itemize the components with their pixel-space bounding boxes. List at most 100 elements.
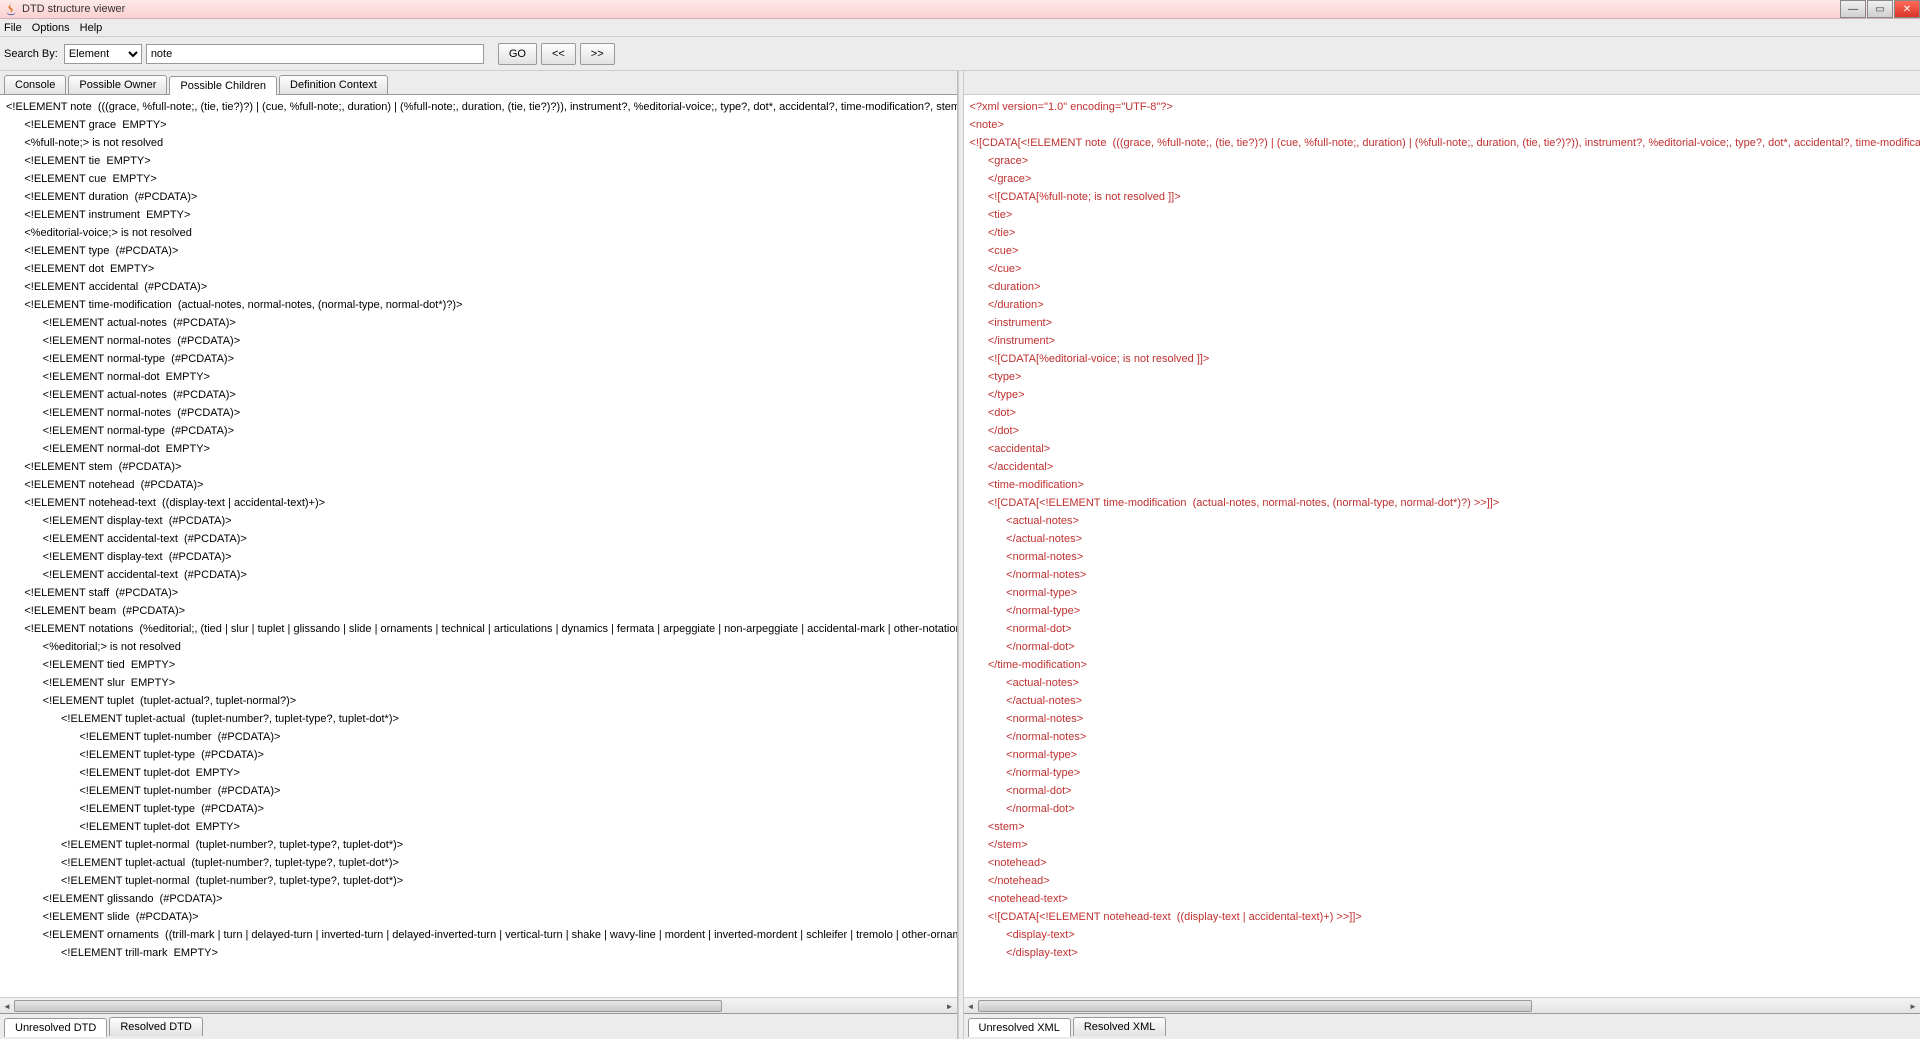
code-line: </notehead> — [970, 872, 1920, 890]
code-line: <!ELEMENT tuplet (tuplet-actual?, tuplet… — [6, 692, 957, 710]
code-line: <normal-type> — [970, 746, 1920, 764]
tab-possible-owner[interactable]: Possible Owner — [68, 75, 167, 94]
code-line: <!ELEMENT actual-notes (#PCDATA)> — [6, 314, 957, 332]
tab-definition-context[interactable]: Definition Context — [279, 75, 388, 94]
code-line: <stem> — [970, 818, 1920, 836]
tab-resolved-dtd[interactable]: Resolved DTD — [109, 1017, 203, 1036]
code-line: <!ELEMENT tied EMPTY> — [6, 656, 957, 674]
go-button[interactable]: GO — [498, 43, 537, 65]
code-line: <cue> — [970, 242, 1920, 260]
code-line: <!ELEMENT type (#PCDATA)> — [6, 242, 957, 260]
code-line: <accidental> — [970, 440, 1920, 458]
code-line: <!ELEMENT accidental-text (#PCDATA)> — [6, 530, 957, 548]
code-line: <!ELEMENT trill-mark EMPTY> — [6, 944, 957, 962]
code-line: </dot> — [970, 422, 1920, 440]
code-line: <!ELEMENT accidental (#PCDATA)> — [6, 278, 957, 296]
code-line: <!ELEMENT tuplet-number (#PCDATA)> — [6, 728, 957, 746]
menubar: File Options Help — [0, 19, 1920, 37]
dtd-horizontal-scrollbar[interactable]: ◄ ► — [0, 997, 957, 1013]
right-pane: <?xml version="1.0" encoding="UTF-8"?> <n… — [964, 71, 1920, 1039]
code-line: <!ELEMENT instrument EMPTY> — [6, 206, 957, 224]
search-input[interactable] — [146, 44, 484, 64]
code-line: <!ELEMENT dot EMPTY> — [6, 260, 957, 278]
maximize-button[interactable]: ▭ — [1867, 0, 1893, 18]
code-line: <!ELEMENT actual-notes (#PCDATA)> — [6, 386, 957, 404]
code-line: <!ELEMENT beam (#PCDATA)> — [6, 602, 957, 620]
next-button[interactable]: >> — [580, 43, 615, 65]
code-line: <grace> — [970, 152, 1920, 170]
code-line: <!ELEMENT ornaments ((trill-mark | turn … — [6, 926, 957, 944]
code-line: <![CDATA[<!ELEMENT note (((grace, %full-… — [970, 134, 1920, 152]
code-line: <!ELEMENT tuplet-type (#PCDATA)> — [6, 800, 957, 818]
tab-console[interactable]: Console — [4, 75, 66, 94]
code-line: <!ELEMENT tie EMPTY> — [6, 152, 957, 170]
code-line: </display-text> — [970, 944, 1920, 962]
minimize-button[interactable]: — — [1840, 0, 1866, 18]
code-line: <!ELEMENT normal-notes (#PCDATA)> — [6, 332, 957, 350]
code-line: <instrument> — [970, 314, 1920, 332]
code-line: <!ELEMENT grace EMPTY> — [6, 116, 957, 134]
code-line: <!ELEMENT tuplet-actual (tuplet-number?,… — [6, 710, 957, 728]
code-line: <!ELEMENT tuplet-dot EMPTY> — [6, 818, 957, 836]
code-line: </actual-notes> — [970, 530, 1920, 548]
code-line: <!ELEMENT staff (#PCDATA)> — [6, 584, 957, 602]
code-line: </duration> — [970, 296, 1920, 314]
code-line: <%editorial;> is not resolved — [6, 638, 957, 656]
code-line: </cue> — [970, 260, 1920, 278]
code-line: <!ELEMENT slur EMPTY> — [6, 674, 957, 692]
code-line: <normal-dot> — [970, 782, 1920, 800]
search-by-label: Search By: — [4, 48, 58, 60]
code-line: </tie> — [970, 224, 1920, 242]
close-button[interactable]: ✕ — [1894, 0, 1920, 18]
code-line: <actual-notes> — [970, 512, 1920, 530]
code-line: <!ELEMENT display-text (#PCDATA)> — [6, 512, 957, 530]
code-line: </normal-notes> — [970, 728, 1920, 746]
xml-content-area[interactable]: <?xml version="1.0" encoding="UTF-8"?> <n… — [964, 95, 1920, 997]
code-line: <!ELEMENT display-text (#PCDATA)> — [6, 548, 957, 566]
tab-possible-children[interactable]: Possible Children — [169, 76, 277, 95]
code-line: <time-modification> — [970, 476, 1920, 494]
code-line: <%full-note;> is not resolved — [6, 134, 957, 152]
code-line: </stem> — [970, 836, 1920, 854]
tab-unresolved-xml[interactable]: Unresolved XML — [968, 1018, 1071, 1037]
code-line: <![CDATA[<!ELEMENT notehead-text ((displ… — [970, 908, 1920, 926]
code-line: </grace> — [970, 170, 1920, 188]
code-line: <![CDATA[<!ELEMENT time-modification (ac… — [970, 494, 1920, 512]
code-line: </normal-type> — [970, 764, 1920, 782]
code-line: <!ELEMENT note (((grace, %full-note;, (t… — [6, 98, 957, 116]
code-line: <actual-notes> — [970, 674, 1920, 692]
code-line: <!ELEMENT normal-notes (#PCDATA)> — [6, 404, 957, 422]
code-line: <![CDATA[%full-note; is not resolved ]]> — [970, 188, 1920, 206]
dtd-content-area[interactable]: <!ELEMENT note (((grace, %full-note;, (t… — [0, 95, 957, 997]
dtd-mode-tabs: Unresolved DTD Resolved DTD — [0, 1013, 957, 1039]
dtd-view-tabs: Console Possible Owner Possible Children… — [0, 71, 957, 95]
code-line: <!ELEMENT slide (#PCDATA)> — [6, 908, 957, 926]
xml-horizontal-scrollbar[interactable]: ◄ ► — [964, 997, 1920, 1013]
search-type-select[interactable]: Element — [64, 44, 142, 64]
code-line: </actual-notes> — [970, 692, 1920, 710]
code-line: <duration> — [970, 278, 1920, 296]
window-titlebar: DTD structure viewer — ▭ ✕ — [0, 0, 1920, 19]
code-line: <!ELEMENT normal-type (#PCDATA)> — [6, 422, 957, 440]
code-line: <!ELEMENT notehead-text ((display-text |… — [6, 494, 957, 512]
menu-options[interactable]: Options — [32, 22, 70, 34]
code-line: <!ELEMENT normal-type (#PCDATA)> — [6, 350, 957, 368]
code-line: <!ELEMENT tuplet-actual (tuplet-number?,… — [6, 854, 957, 872]
code-line: <!ELEMENT normal-dot EMPTY> — [6, 440, 957, 458]
tab-resolved-xml[interactable]: Resolved XML — [1073, 1017, 1167, 1036]
prev-button[interactable]: << — [541, 43, 576, 65]
code-line: </normal-dot> — [970, 638, 1920, 656]
code-line: <!ELEMENT notehead (#PCDATA)> — [6, 476, 957, 494]
code-line: <normal-dot> — [970, 620, 1920, 638]
tab-unresolved-dtd[interactable]: Unresolved DTD — [4, 1018, 107, 1037]
menu-file[interactable]: File — [4, 22, 22, 34]
code-line: <!ELEMENT glissando (#PCDATA)> — [6, 890, 957, 908]
code-line: </type> — [970, 386, 1920, 404]
code-line: </normal-notes> — [970, 566, 1920, 584]
code-line: <tie> — [970, 206, 1920, 224]
code-line: <type> — [970, 368, 1920, 386]
code-line: <!ELEMENT time-modification (actual-note… — [6, 296, 957, 314]
code-line: <notehead> — [970, 854, 1920, 872]
menu-help[interactable]: Help — [80, 22, 103, 34]
code-line: <?xml version="1.0" encoding="UTF-8"?> — [970, 98, 1920, 116]
